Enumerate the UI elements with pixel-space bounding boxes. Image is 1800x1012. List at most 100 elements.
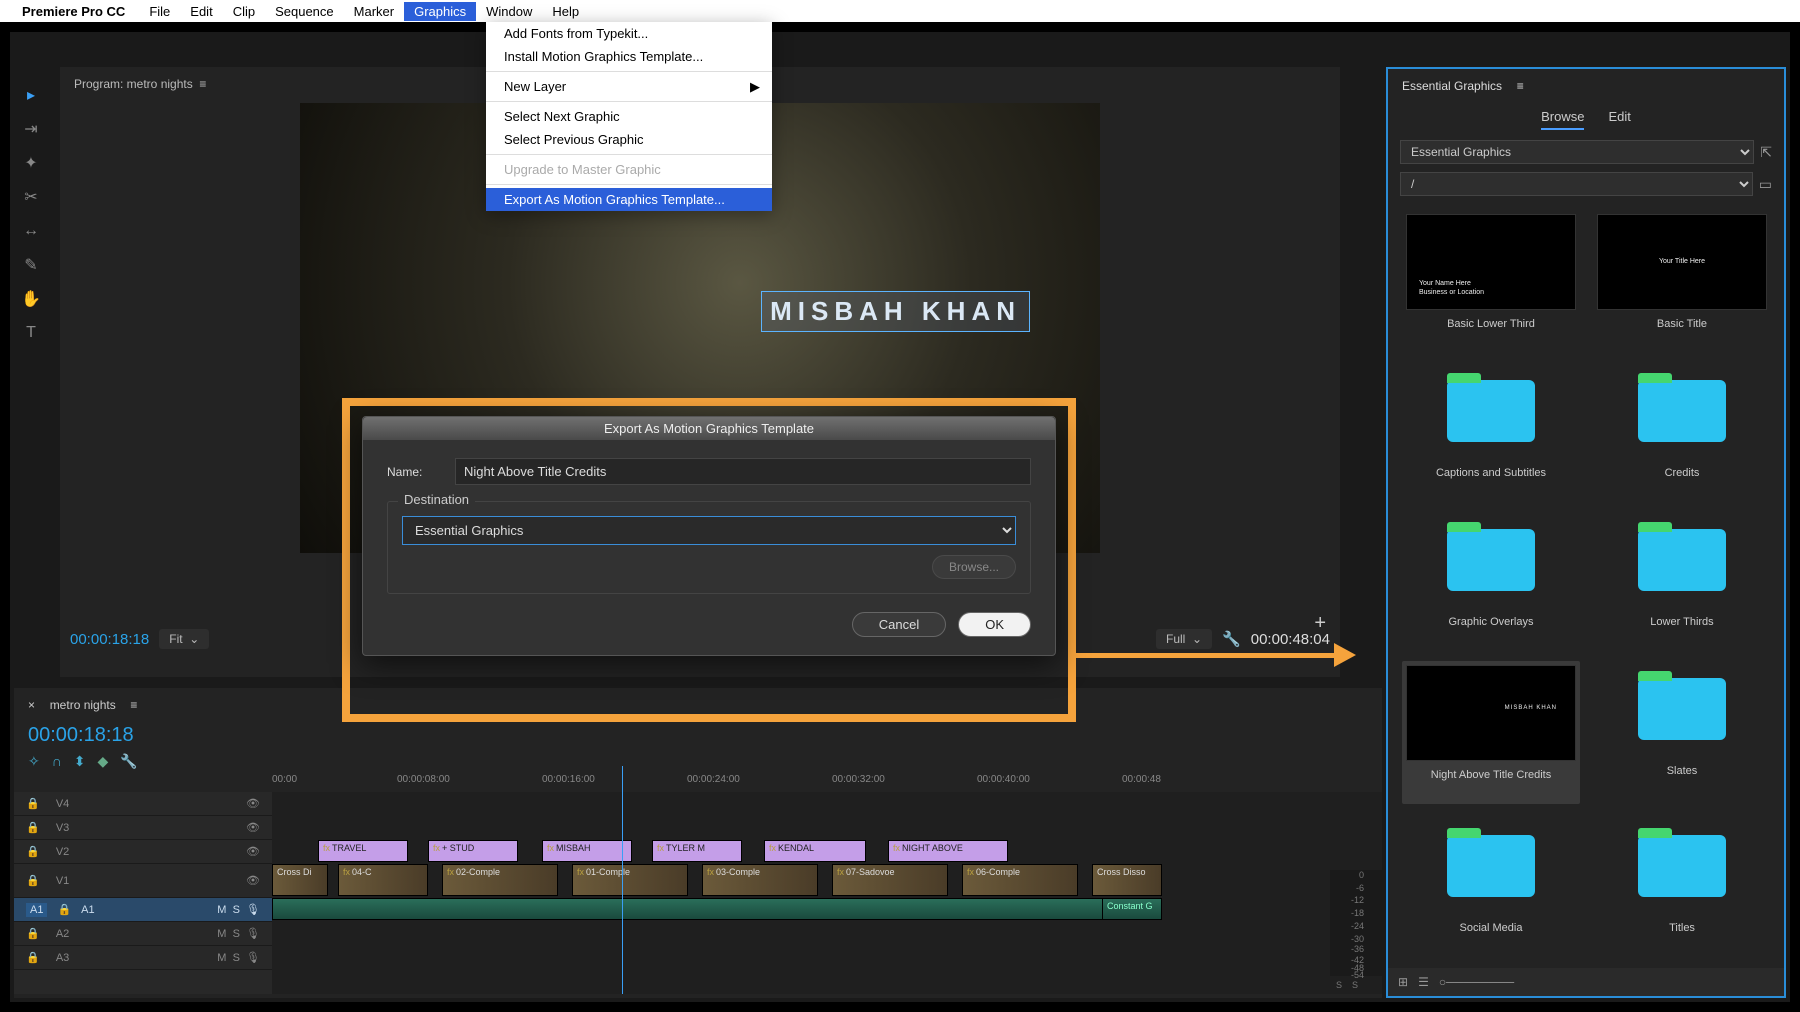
track-v3[interactable]: 🔒 V3👁 [14, 816, 272, 840]
clip-v2[interactable]: fxKENDAL [764, 840, 866, 862]
ok-button[interactable]: OK [958, 612, 1031, 637]
eg-path-select[interactable]: / [1400, 172, 1753, 196]
menu-edit[interactable]: Edit [180, 2, 222, 21]
eg-item-titles[interactable]: Titles [1594, 818, 1770, 953]
eg-item-night-above[interactable]: MISBAH KHAN Night Above Title Credits [1402, 661, 1580, 804]
clip-label: + STUD [442, 843, 474, 853]
clip-v1[interactable]: fx04-C [338, 864, 428, 896]
playhead[interactable] [622, 766, 623, 994]
timeline-ruler[interactable]: 00:00 00:00:08:00 00:00:16:00 00:00:24:0… [272, 766, 1364, 792]
hand-tool-icon[interactable]: ✋ [18, 286, 44, 312]
track-v2[interactable]: 🔒 V2👁 [14, 840, 272, 864]
graphic-title-overlay[interactable]: MISBAH KHAN [761, 291, 1030, 332]
name-input[interactable] [455, 458, 1031, 485]
timeline-timecode[interactable]: 00:00:18:18 [14, 722, 1382, 749]
track-v1[interactable]: 🔒 V1👁 [14, 864, 272, 898]
menu-sequence[interactable]: Sequence [265, 2, 344, 21]
menu-new-layer[interactable]: New Layer▶ [486, 75, 772, 98]
linked-icon[interactable]: ∩ [52, 753, 62, 770]
clip-v1[interactable]: fx01-Comple [572, 864, 688, 896]
add-button-icon[interactable]: + [1314, 612, 1326, 635]
eg-item-label: Captions and Subtitles [1436, 467, 1546, 479]
menu-marker[interactable]: Marker [344, 2, 404, 21]
menu-file[interactable]: File [139, 2, 180, 21]
menu-install-mogrt[interactable]: Install Motion Graphics Template... [486, 45, 772, 68]
track-a3[interactable]: 🔒 A3M S 🎙 [14, 946, 272, 970]
clip-v2[interactable]: fxNIGHT ABOVE [888, 840, 1008, 862]
dialog-title: Export As Motion Graphics Template [363, 417, 1055, 440]
grid-view-icon[interactable]: ⊞ [1398, 975, 1408, 989]
track-body[interactable]: fxTRAVEL fx+ STUD fxMISBAH fxTYLER M fxK… [272, 792, 1382, 994]
track-a2[interactable]: 🔒 A2M S 🎙 [14, 922, 272, 946]
snap-icon[interactable]: ✧ [28, 753, 40, 770]
track-a1[interactable]: A1🔒 A1M S 🎙 [14, 898, 272, 922]
clip-v2[interactable]: fxMISBAH [542, 840, 632, 862]
tab-browse[interactable]: Browse [1541, 109, 1584, 130]
clip-v1-trans[interactable]: Cross Di [272, 864, 328, 896]
destination-select[interactable]: Essential Graphics [402, 516, 1016, 545]
list-view-icon[interactable]: ☰ [1418, 975, 1429, 989]
clip-label: Cross Disso [1097, 867, 1146, 877]
program-timecode-left[interactable]: 00:00:18:18 [70, 631, 149, 648]
zoom-slider[interactable]: ○──────── [1439, 975, 1514, 989]
zoom-fit-dropdown[interactable]: Fit ⌄ [159, 629, 209, 649]
meter-label: -54 [1351, 970, 1364, 980]
eg-item-captions[interactable]: Captions and Subtitles [1402, 363, 1580, 498]
menu-help[interactable]: Help [542, 2, 589, 21]
eg-item-basic-title[interactable]: Your Title Here Basic Title [1594, 214, 1770, 349]
wrench-icon[interactable]: 🔧 [120, 753, 137, 770]
eg-item-social[interactable]: Social Media [1402, 818, 1580, 953]
settings-wrench-icon[interactable]: 🔧 [1222, 630, 1241, 648]
eg-item-credits[interactable]: Credits [1594, 363, 1770, 498]
menu-sep [486, 184, 772, 185]
eg-item-overlays[interactable]: Graphic Overlays [1402, 512, 1580, 647]
clip-v1[interactable]: fx07-Sadovoe [832, 864, 948, 896]
clip-v1[interactable]: fx02-Comple [442, 864, 558, 896]
solo-button[interactable]: S [1336, 980, 1342, 990]
clip-label: 02-Comple [456, 867, 500, 877]
pen-tool-icon[interactable]: ✎ [18, 252, 44, 278]
eg-item-basic-lower-third[interactable]: Your Name HereBusiness or Location Basic… [1402, 214, 1580, 349]
folder-icon [1447, 529, 1535, 591]
menu-select-prev[interactable]: Select Previous Graphic [486, 128, 772, 151]
menu-window[interactable]: Window [476, 2, 542, 21]
eg-item-slates[interactable]: Slates [1594, 661, 1770, 804]
solo-button[interactable]: S [1352, 980, 1358, 990]
eg-location-select[interactable]: Essential Graphics [1400, 140, 1754, 164]
clip-v1[interactable]: fx06-Comple [962, 864, 1078, 896]
browse-button[interactable]: Browse... [932, 555, 1016, 579]
tab-edit[interactable]: Edit [1608, 109, 1630, 130]
menu-select-next[interactable]: Select Next Graphic [486, 105, 772, 128]
clip-v2[interactable]: fxTRAVEL [318, 840, 408, 862]
sequence-name[interactable]: metro nights [50, 698, 116, 712]
eg-item-lower-thirds[interactable]: Lower Thirds [1594, 512, 1770, 647]
ripple-tool-icon[interactable]: ✦ [18, 150, 44, 176]
track-v4[interactable]: 🔒 V4👁 [14, 792, 272, 816]
resolution-dropdown[interactable]: Full ⌄ [1156, 629, 1212, 649]
menu-add-fonts[interactable]: Add Fonts from Typekit... [486, 22, 772, 45]
eg-item-label: Lower Thirds [1650, 616, 1713, 628]
eg-item-label: Slates [1667, 765, 1698, 777]
clip-v2[interactable]: fx+ STUD [428, 840, 518, 862]
slip-tool-icon[interactable]: ↔ [18, 218, 44, 244]
clip-v1-trans[interactable]: Cross Disso [1092, 864, 1162, 896]
track-label: V2 [56, 846, 69, 858]
track-select-tool-icon[interactable]: ⇥ [18, 116, 44, 142]
clip-v1[interactable]: fx03-Comple [702, 864, 818, 896]
settings-icon[interactable]: ◆ [98, 753, 109, 770]
menu-clip[interactable]: Clip [223, 2, 265, 21]
menu-export-mogrt[interactable]: Export As Motion Graphics Template... [486, 188, 772, 211]
menu-upgrade-master: Upgrade to Master Graphic [486, 158, 772, 181]
folder-icon[interactable]: ▭ [1759, 176, 1772, 193]
clip-audio[interactable] [272, 898, 1162, 920]
marker-icon[interactable]: ⬍ [74, 753, 86, 770]
new-folder-icon[interactable]: ⇱ [1760, 144, 1772, 161]
meter-label: -36 [1351, 944, 1364, 954]
clip-v2[interactable]: fxTYLER M [652, 840, 742, 862]
selection-tool-icon[interactable]: ▸ [18, 82, 44, 108]
clip-audio-trans[interactable]: Constant G [1102, 898, 1162, 920]
cancel-button[interactable]: Cancel [852, 612, 946, 637]
menu-graphics[interactable]: Graphics [404, 2, 476, 21]
type-tool-icon[interactable]: T [18, 320, 44, 346]
razor-tool-icon[interactable]: ✂ [18, 184, 44, 210]
